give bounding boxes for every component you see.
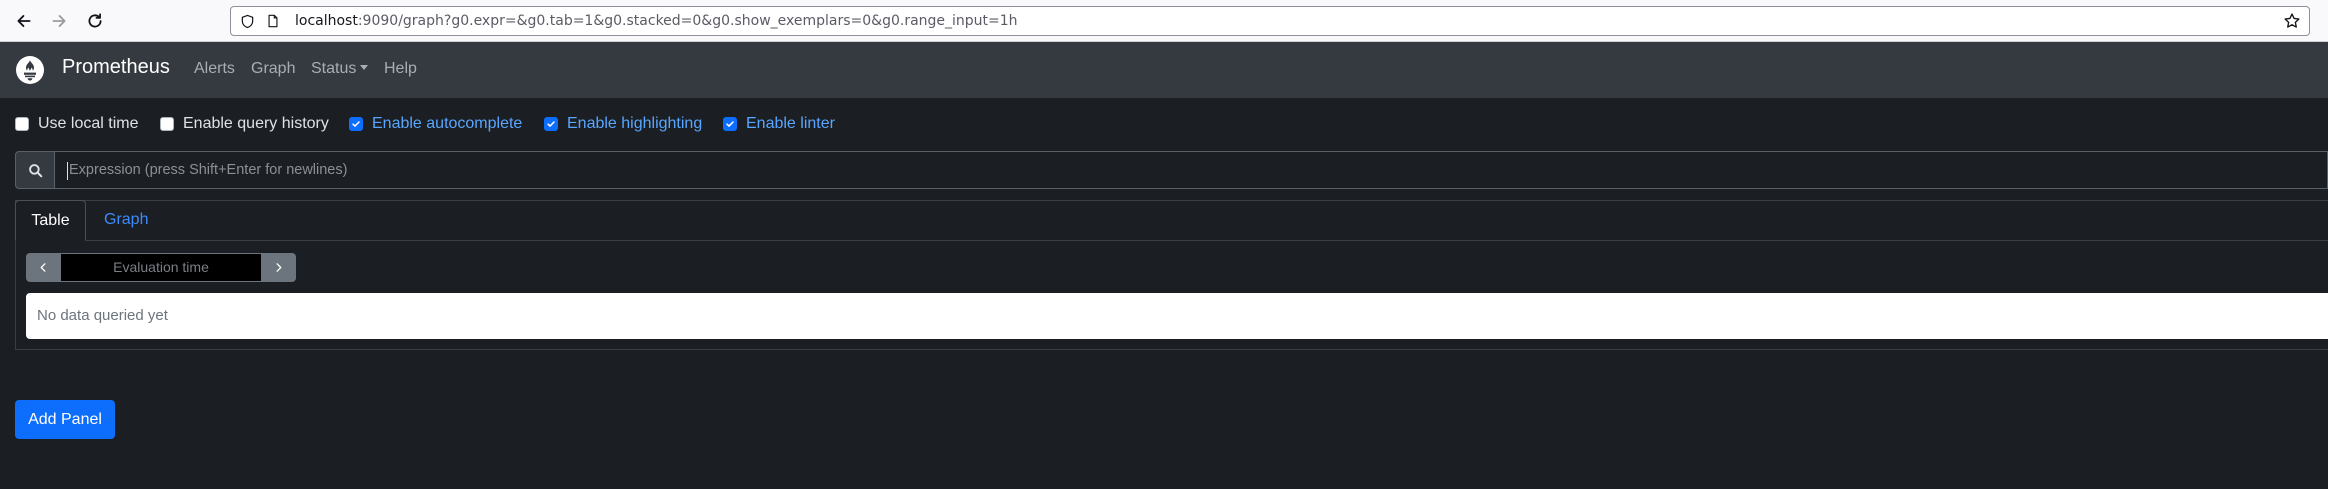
check-icon [352, 121, 360, 127]
url-text[interactable]: localhost:9090/graph?g0.expr=&g0.tab=1&g… [295, 13, 1018, 29]
expression-input[interactable]: Expression (press Shift+Enter for newlin… [55, 151, 2328, 189]
text-cursor [67, 162, 68, 180]
previous-time-button[interactable] [26, 253, 61, 282]
option-label: Enable autocomplete [372, 115, 523, 132]
add-panel-button[interactable]: Add Panel [15, 400, 115, 439]
no-data-message: No data queried yet [37, 307, 168, 324]
chevron-right-icon [276, 263, 282, 272]
option-enable-linter[interactable]: Enable linter [723, 113, 835, 135]
prometheus-logo-icon[interactable] [16, 56, 44, 84]
reload-icon[interactable] [85, 11, 105, 31]
evaluation-time-group: Evaluation time [26, 253, 296, 282]
result-area: No data queried yet [26, 293, 2328, 339]
search-icon [15, 151, 55, 189]
option-use-local-time[interactable]: Use local time [15, 113, 138, 135]
checkbox-enable-linter[interactable] [723, 117, 737, 131]
option-label: Enable highlighting [567, 115, 703, 132]
checkbox-enable-autocomplete[interactable] [349, 117, 363, 131]
nav-alerts[interactable]: Alerts [194, 60, 235, 78]
checkbox-use-local-time[interactable] [15, 117, 29, 131]
caret-down-icon [360, 65, 369, 70]
browser-toolbar: localhost:9090/graph?g0.expr=&g0.tab=1&g… [0, 0, 2328, 42]
tab-table[interactable]: Table [15, 200, 86, 241]
evaluation-time-input[interactable]: Evaluation time [61, 253, 261, 282]
next-time-button[interactable] [261, 253, 296, 282]
option-label: Enable query history [183, 115, 329, 132]
expression-input-group: Expression (press Shift+Enter for newlin… [15, 151, 2328, 189]
check-icon [547, 121, 555, 127]
option-enable-autocomplete[interactable]: Enable autocomplete [349, 113, 522, 135]
option-enable-query-history[interactable]: Enable query history [160, 113, 329, 135]
tab-graph[interactable]: Graph [104, 211, 148, 229]
page-icon[interactable] [265, 13, 281, 29]
back-icon[interactable] [14, 11, 34, 31]
option-enable-highlighting[interactable]: Enable highlighting [544, 113, 702, 135]
option-label: Use local time [38, 115, 139, 132]
option-label: Enable linter [746, 115, 835, 132]
forward-icon[interactable] [49, 11, 69, 31]
check-icon [726, 121, 734, 127]
star-icon[interactable] [2283, 12, 2301, 30]
shield-icon[interactable] [239, 13, 255, 29]
brand-title[interactable]: Prometheus [62, 56, 170, 79]
nav-help[interactable]: Help [384, 60, 417, 78]
checkbox-enable-highlighting[interactable] [544, 117, 558, 131]
chevron-left-icon [40, 263, 46, 272]
nav-graph[interactable]: Graph [251, 60, 295, 78]
navbar: Prometheus Alerts Graph Status Help [0, 42, 2328, 98]
nav-status-dropdown[interactable]: Status [311, 60, 369, 78]
url-path: :9090/graph?g0.expr=&g0.tab=1&g0.stacked… [357, 13, 1018, 29]
tab-divider [15, 240, 2328, 241]
address-bar[interactable]: localhost:9090/graph?g0.expr=&g0.tab=1&g… [230, 6, 2310, 36]
url-host: localhost [295, 13, 358, 29]
expression-placeholder: Expression (press Shift+Enter for newlin… [69, 162, 348, 178]
nav-status-label: Status [311, 60, 357, 77]
checkbox-enable-query-history[interactable] [160, 117, 174, 131]
